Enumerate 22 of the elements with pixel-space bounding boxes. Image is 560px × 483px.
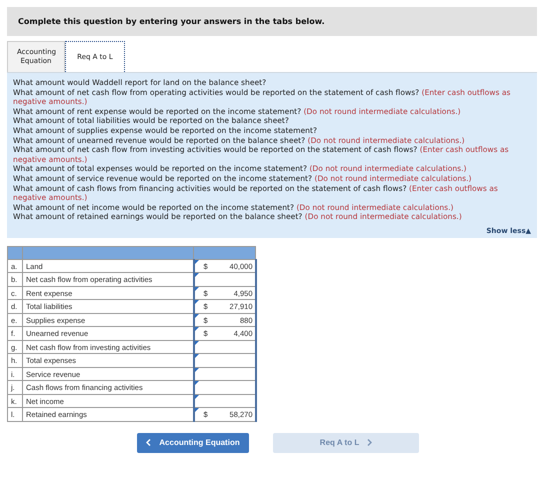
amount-input[interactable]	[194, 367, 256, 381]
flag-icon	[194, 300, 198, 304]
chevron-left-icon	[146, 439, 152, 446]
instruction-banner: Complete this question by entering your answers in the tabs below.	[7, 7, 537, 36]
flag-icon	[194, 273, 198, 278]
flag-icon	[194, 286, 198, 291]
amount-input[interactable]	[194, 340, 256, 354]
chevron-right-icon	[367, 439, 372, 446]
flag-icon	[194, 340, 198, 345]
flag-icon	[194, 327, 198, 332]
flag-icon	[194, 260, 198, 264]
flag-icon	[194, 394, 198, 399]
amount-input[interactable]	[194, 354, 256, 368]
flag-icon	[194, 314, 198, 318]
flag-icon	[194, 381, 198, 386]
amount-input[interactable]	[194, 394, 256, 408]
flag-icon	[194, 408, 198, 412]
nav-button[interactable]: Accounting Equation	[137, 432, 249, 453]
amount-input[interactable]	[194, 380, 256, 394]
amount-input[interactable]	[194, 272, 256, 286]
flag-icon	[194, 368, 198, 372]
flag-icon	[194, 354, 198, 358]
